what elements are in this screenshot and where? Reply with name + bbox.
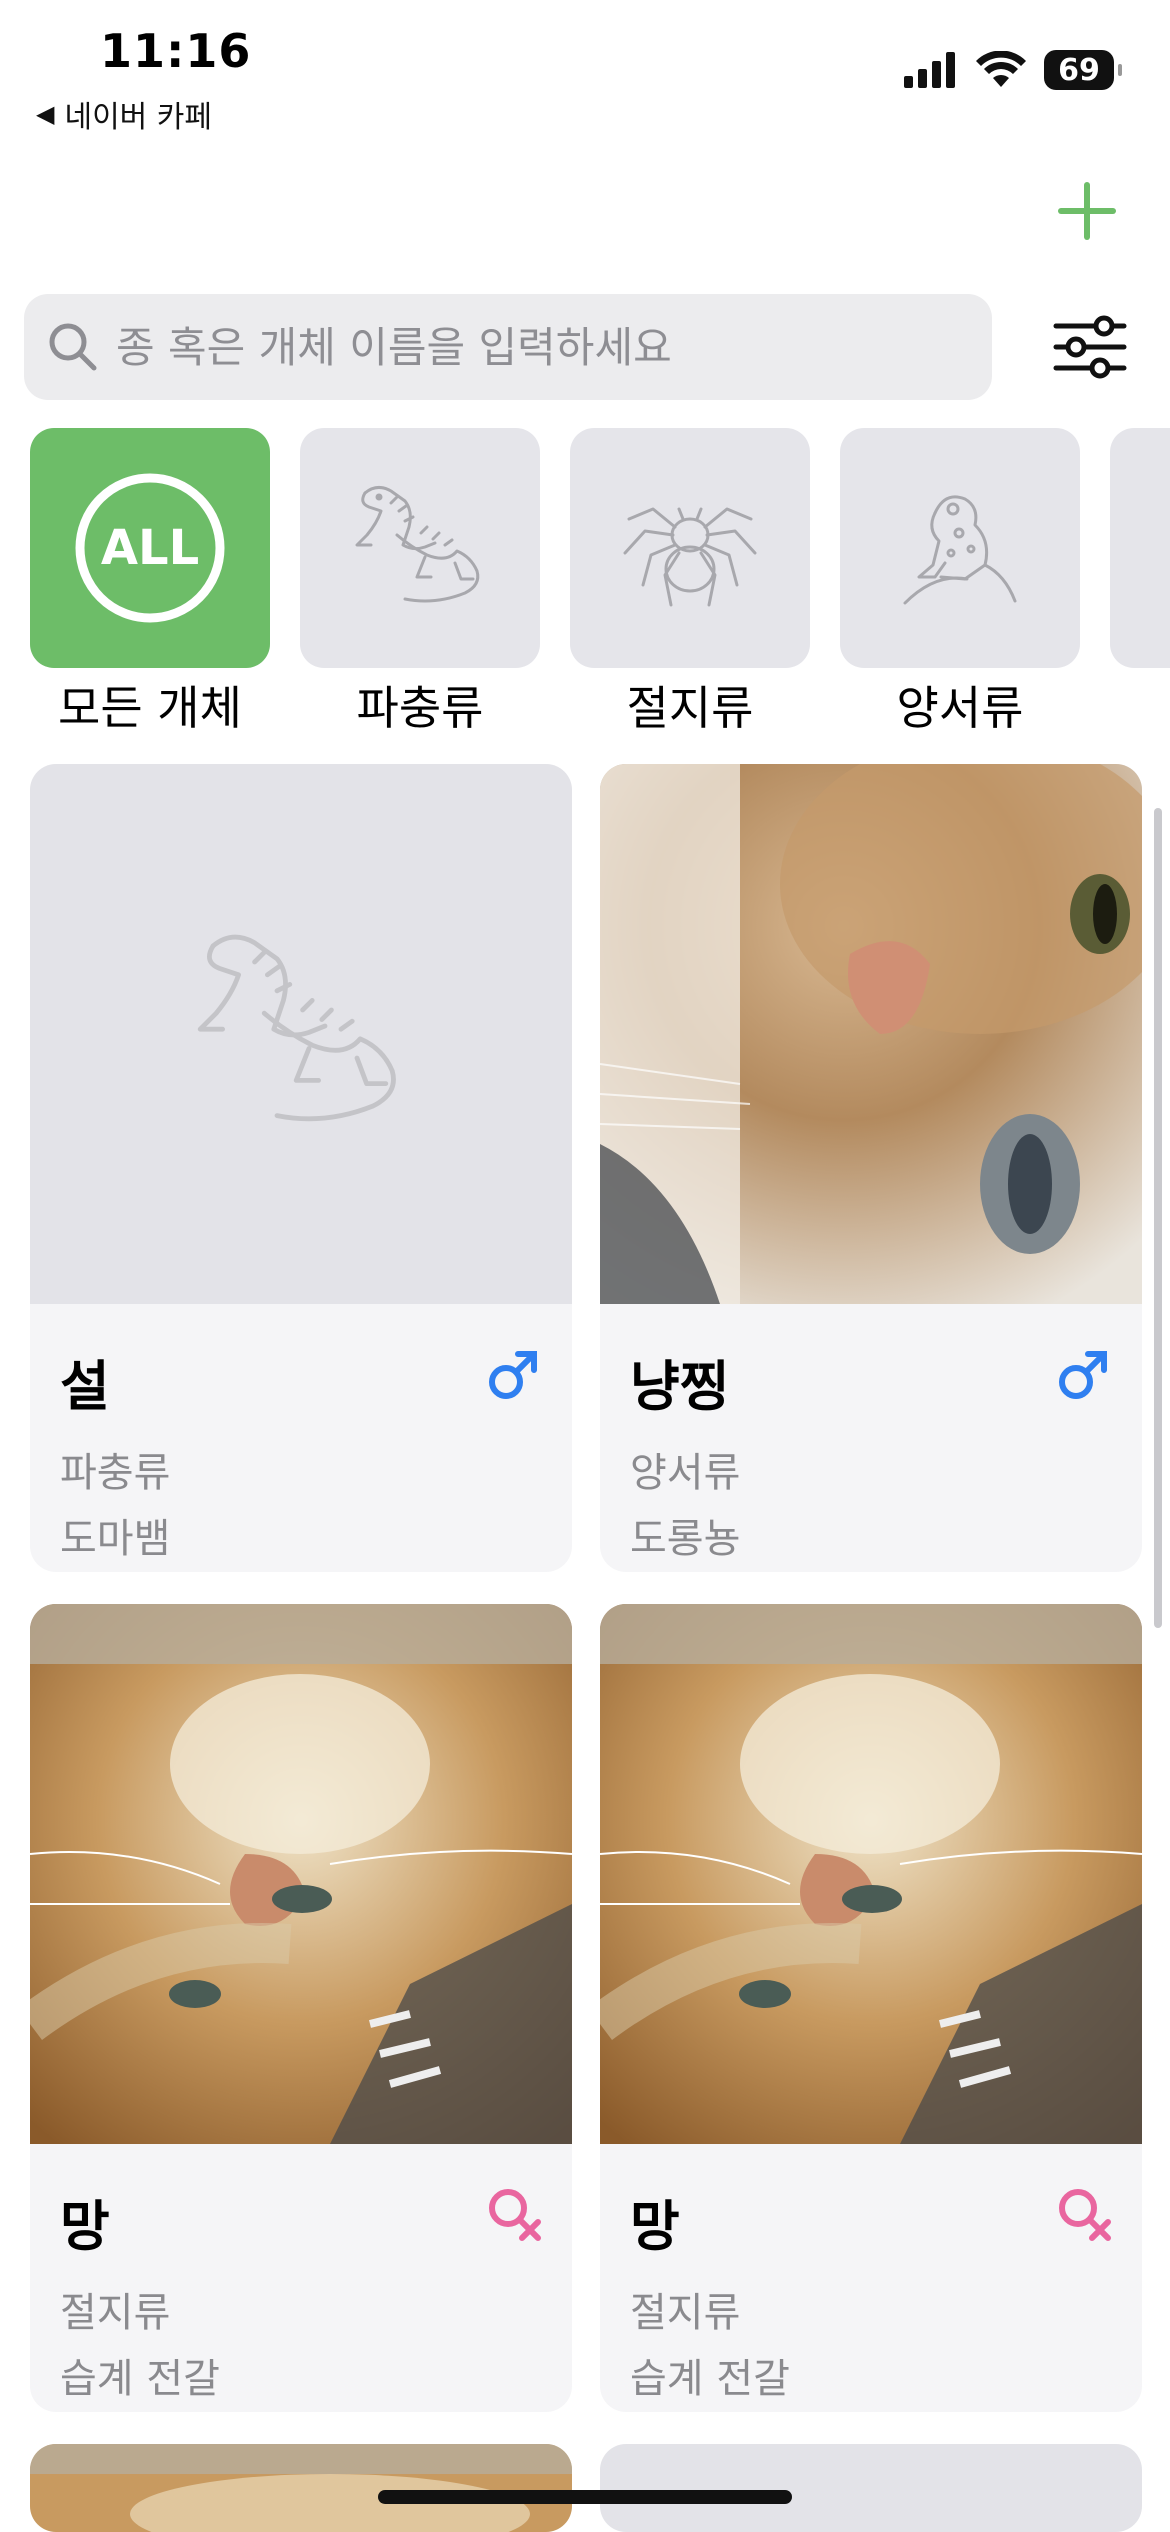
male-icon <box>1059 1351 1107 1399</box>
animal-type: 양서류 <box>630 1450 741 1496</box>
all-badge-icon: ALL <box>75 473 225 623</box>
scroll-indicator[interactable] <box>1154 808 1162 1628</box>
category-reptile[interactable]: 파충류 <box>300 428 540 728</box>
battery-level: 69 <box>1058 52 1100 88</box>
cat-photo-image <box>600 1604 1142 2144</box>
category-label: 파충류 <box>356 681 484 728</box>
animal-species: 습계 전갈 <box>60 2356 220 2402</box>
cellular-signal-icon <box>904 52 955 88</box>
female-icon <box>489 2189 541 2241</box>
animal-photo <box>600 1604 1142 2144</box>
category-label: 양서류 <box>896 681 1024 728</box>
category-label: 절지류 <box>626 681 754 728</box>
wifi-icon <box>976 51 1026 87</box>
animal-image-placeholder <box>30 764 572 1304</box>
animal-type: 절지류 <box>630 2290 741 2336</box>
animal-card[interactable]: 설 파충류 도마뱀 <box>30 764 572 1572</box>
search-bar <box>24 294 992 400</box>
search-input[interactable] <box>116 322 976 372</box>
animal-species: 도마뱀 <box>60 1516 171 1562</box>
animal-photo <box>30 1604 572 2144</box>
status-time: 11:16 <box>100 24 252 78</box>
category-label: 모든 개체 <box>58 681 242 728</box>
category-more[interactable] <box>1110 428 1170 668</box>
cat-photo-image <box>30 2444 572 2532</box>
home-indicator[interactable] <box>378 2490 792 2504</box>
add-animal-button[interactable] <box>1054 178 1120 244</box>
frog-icon <box>903 495 1017 605</box>
animal-type: 파충류 <box>60 1450 171 1496</box>
female-icon <box>1059 2189 1111 2241</box>
category-amphibian[interactable]: 양서류 <box>840 428 1080 728</box>
category-all[interactable]: ALL 모든 개체 <box>30 428 270 728</box>
search-icon <box>49 323 97 371</box>
back-to-app-link[interactable]: ◀ 네이버 카페 <box>36 92 212 136</box>
animal-species: 도롱뇽 <box>630 1516 741 1562</box>
animal-card[interactable]: 망 절지류 습계 전갈 <box>30 1604 572 2412</box>
cat-photo-image <box>30 1604 572 2144</box>
animal-name: 냥찡 <box>630 1355 730 1418</box>
back-app-label: 네이버 카페 <box>64 100 213 135</box>
back-triangle-icon: ◀ <box>36 100 55 128</box>
animal-photo <box>600 764 1142 1304</box>
tarantula-icon <box>623 507 757 607</box>
all-badge-text: ALL <box>101 520 199 576</box>
category-arthropod[interactable]: 절지류 <box>570 428 810 728</box>
animal-name: 설 <box>60 1355 110 1418</box>
filter-sliders-button[interactable] <box>1052 314 1128 380</box>
status-icons: 69 <box>904 50 1122 90</box>
animal-card[interactable]: 망 절지류 습계 전갈 <box>600 1604 1142 2412</box>
animal-card[interactable] <box>30 2444 572 2532</box>
animal-name: 망 <box>60 2195 110 2258</box>
battery-icon: 69 <box>1044 50 1122 90</box>
category-scroller[interactable]: ALL 모든 개체 파충류 절지류 양서류 <box>30 428 1170 728</box>
male-icon <box>489 1351 537 1399</box>
cat-photo-image <box>600 764 1142 1304</box>
iguana-icon <box>197 934 396 1122</box>
animal-species: 습계 전갈 <box>630 2356 790 2402</box>
animal-name: 망 <box>630 2195 680 2258</box>
iguana-icon <box>355 486 480 603</box>
animal-card[interactable] <box>600 2444 1142 2532</box>
animal-card[interactable]: 냥찡 양서류 도롱뇽 <box>600 764 1142 1572</box>
animal-type: 절지류 <box>60 2290 171 2336</box>
